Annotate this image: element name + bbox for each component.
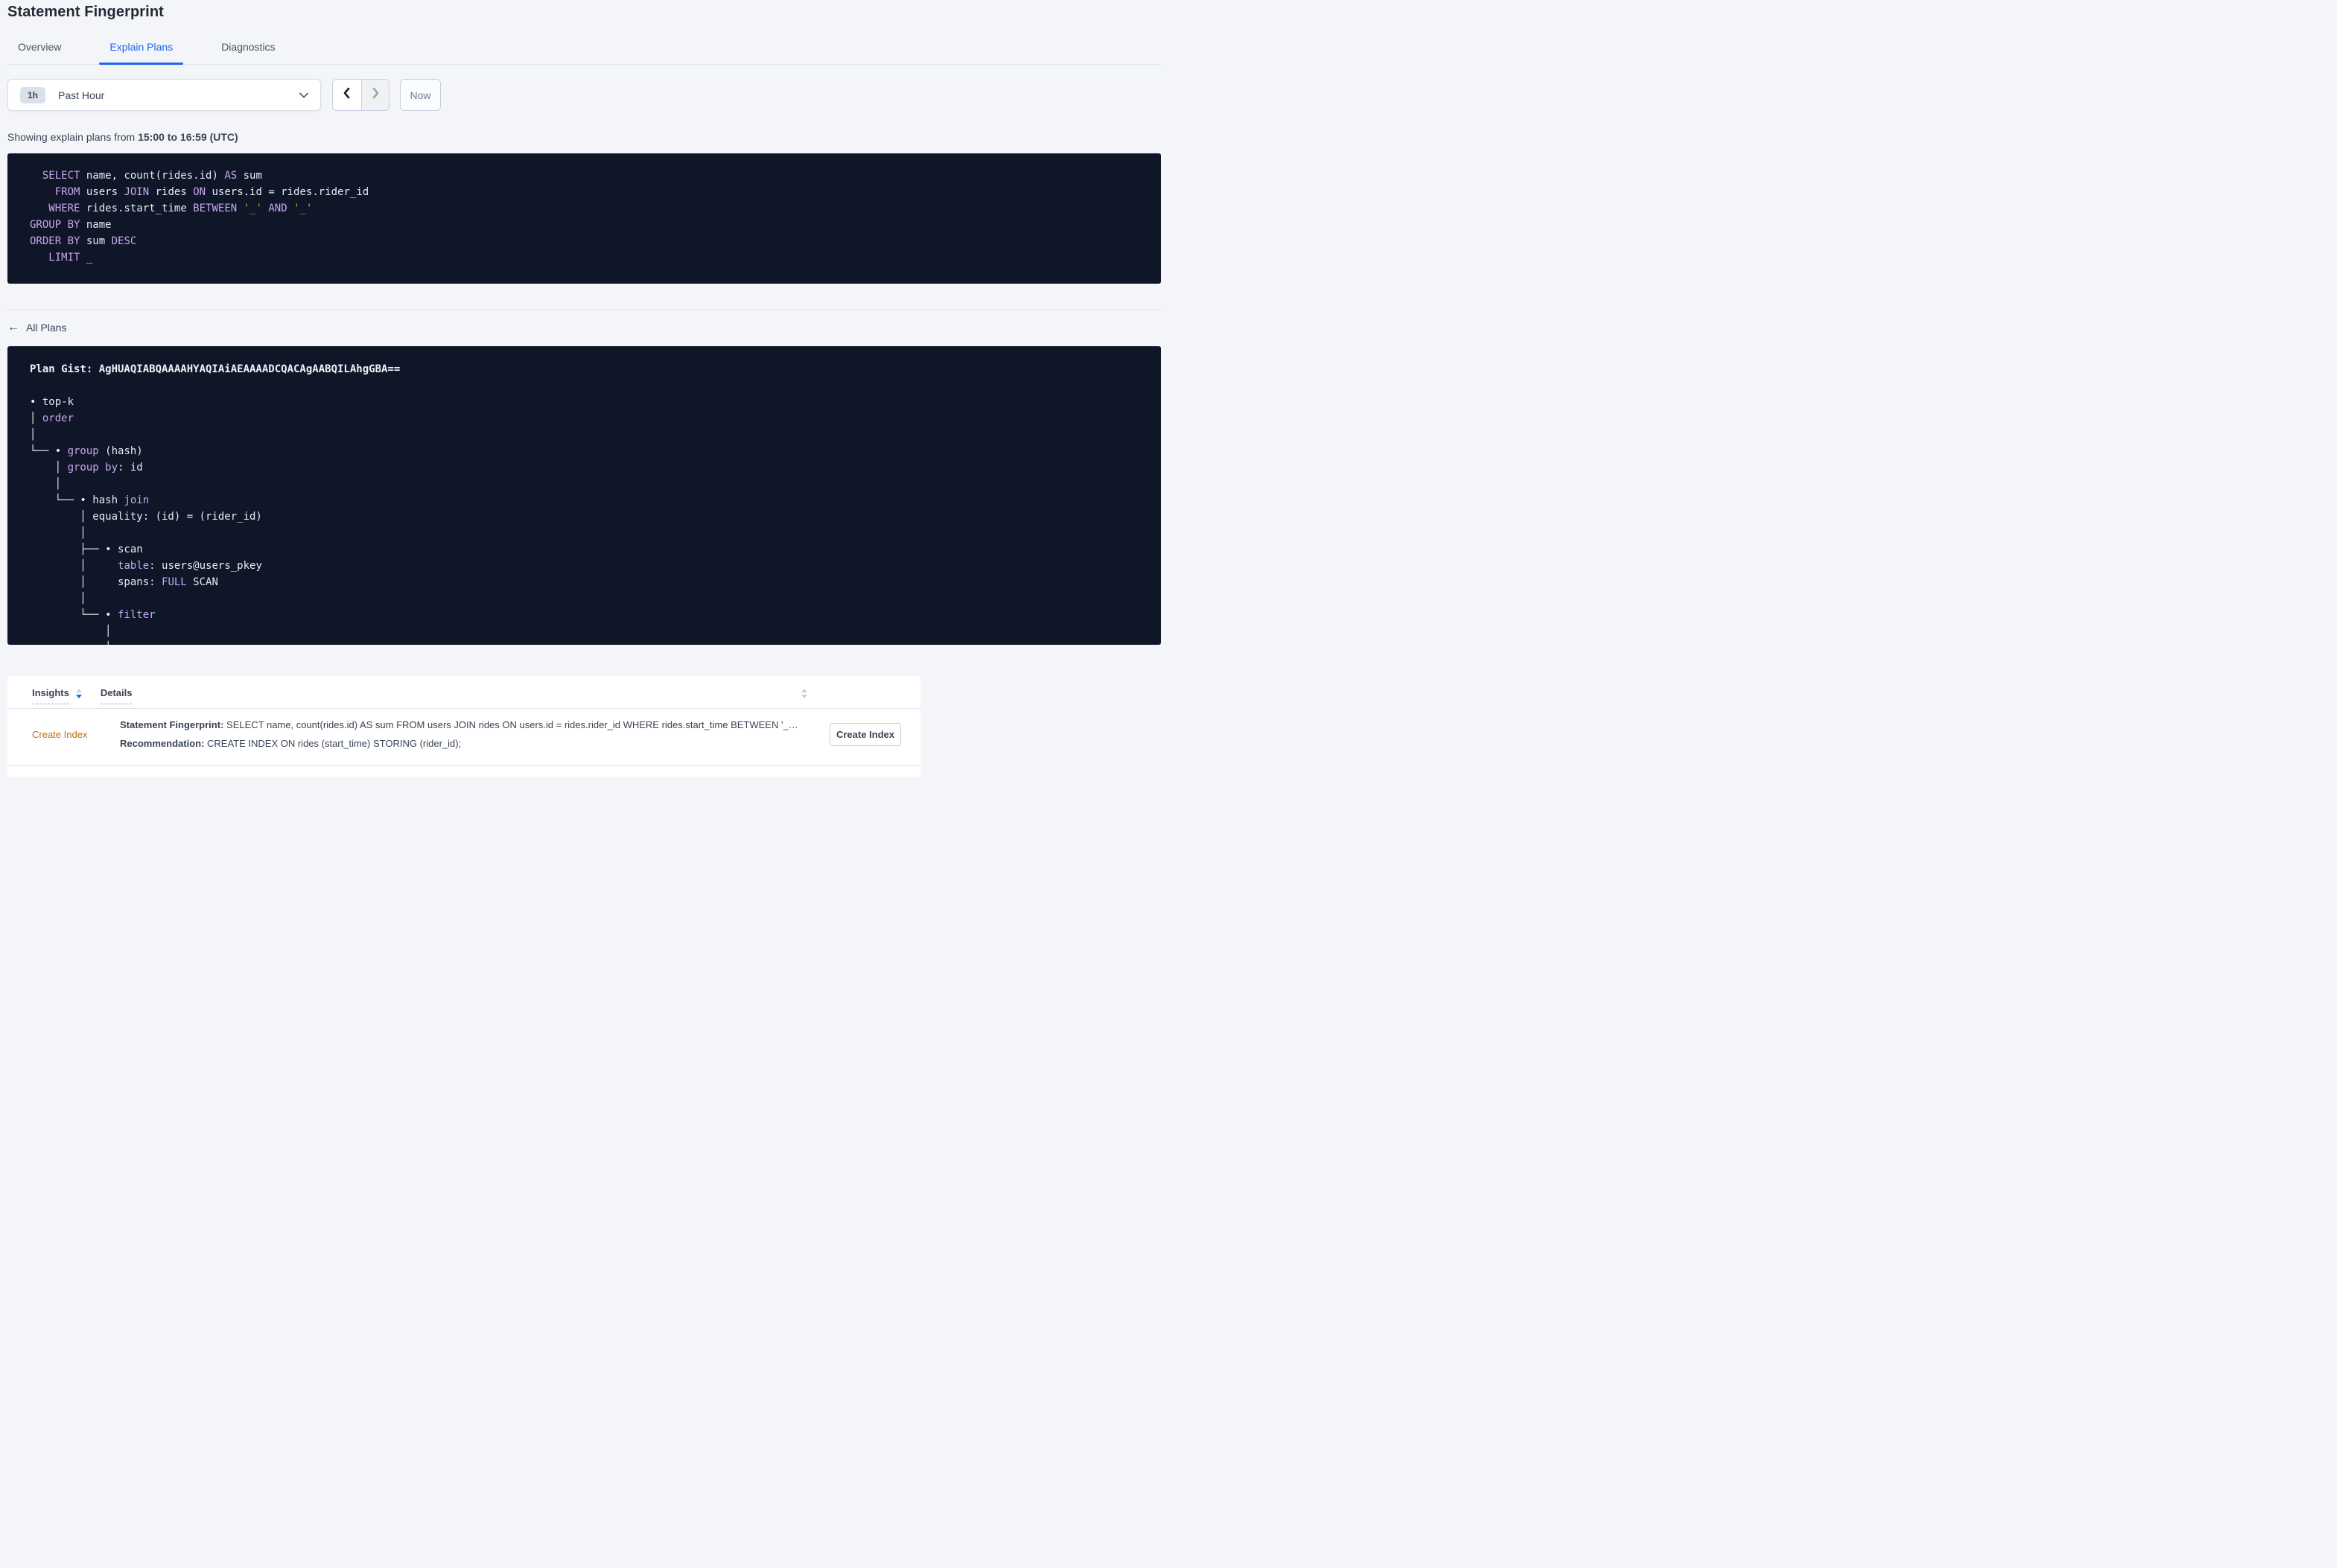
sql-statement-code: SELECT name, count(rides.id) AS sum FROM… xyxy=(30,170,369,264)
insights-table-header: Insights Details xyxy=(7,676,921,708)
tab-bar: Overview Explain Plans Diagnostics xyxy=(7,34,1161,65)
time-range-label: Past Hour xyxy=(58,89,105,101)
section-divider xyxy=(7,309,1161,310)
recommendation-line: Recommendation: CREATE INDEX ON rides (s… xyxy=(120,738,813,750)
time-range-badge: 1h xyxy=(20,86,46,103)
all-plans-label: All Plans xyxy=(26,322,67,334)
action-cell: Create Index xyxy=(830,719,901,750)
now-button[interactable]: Now xyxy=(400,79,441,111)
details-cell: Statement Fingerprint: SELECT name, coun… xyxy=(120,719,813,750)
create-index-link[interactable]: Create Index xyxy=(32,729,87,740)
chevron-down-icon xyxy=(299,92,308,98)
statement-fingerprint-line: Statement Fingerprint: SELECT name, coun… xyxy=(120,719,813,731)
showing-range-value: 15:00 to 16:59 (UTC) xyxy=(138,131,238,143)
arrow-left-icon: ← xyxy=(7,321,19,334)
next-time-button[interactable] xyxy=(360,80,389,110)
tab-diagnostics[interactable]: Diagnostics xyxy=(211,34,285,64)
sql-statement-panel: SELECT name, count(rides.id) AS sum FROM… xyxy=(7,153,1161,284)
statement-fingerprint-label: Statement Fingerprint: xyxy=(120,719,224,730)
insights-card: Insights Details Create Index Statement … xyxy=(7,676,921,777)
page-title: Statement Fingerprint xyxy=(7,4,164,20)
create-index-button[interactable]: Create Index xyxy=(830,723,901,746)
table-row: Create Index Statement Fingerprint: SELE… xyxy=(7,709,921,765)
plan-gist-panel: Plan Gist: AgHUAQIABQAAAAHYAQIAiAEAAAADC… xyxy=(7,346,1161,645)
column-header-insights[interactable]: Insights xyxy=(32,687,69,704)
all-plans-back-link[interactable]: ← All Plans xyxy=(7,322,66,334)
chevron-right-icon xyxy=(370,87,381,103)
sort-icon-details[interactable] xyxy=(801,689,807,698)
chevron-left-icon xyxy=(342,87,352,103)
sort-up-arrow-icon xyxy=(75,689,82,692)
recommendation-text: CREATE INDEX ON rides (start_time) STORI… xyxy=(204,738,462,749)
sort-down-arrow-icon xyxy=(75,695,82,698)
sort-down-arrow-icon xyxy=(801,695,807,698)
table-row-divider xyxy=(7,765,921,766)
column-header-details[interactable]: Details xyxy=(100,687,133,704)
showing-range-prefix: Showing explain plans from xyxy=(7,131,139,143)
tab-overview[interactable]: Overview xyxy=(7,34,71,64)
insight-cell: Create Index xyxy=(7,719,120,750)
plan-gist-tree: Plan Gist: AgHUAQIABQAAAAHYAQIAiAEAAAADC… xyxy=(30,363,401,645)
sort-icon-insights[interactable] xyxy=(75,689,82,698)
recommendation-label: Recommendation: xyxy=(120,738,205,749)
time-controls: 1h Past Hour Now xyxy=(7,79,1161,111)
statement-fingerprint-text: SELECT name, count(rides.id) AS sum FROM… xyxy=(223,719,798,730)
time-step-buttons xyxy=(332,79,390,111)
sort-up-arrow-icon xyxy=(801,689,807,692)
tab-explain-plans[interactable]: Explain Plans xyxy=(99,34,184,65)
time-range-dropdown[interactable]: 1h Past Hour xyxy=(7,79,321,111)
showing-range-text: Showing explain plans from 15:00 to 16:5… xyxy=(7,131,1161,143)
previous-time-button[interactable] xyxy=(333,80,361,110)
